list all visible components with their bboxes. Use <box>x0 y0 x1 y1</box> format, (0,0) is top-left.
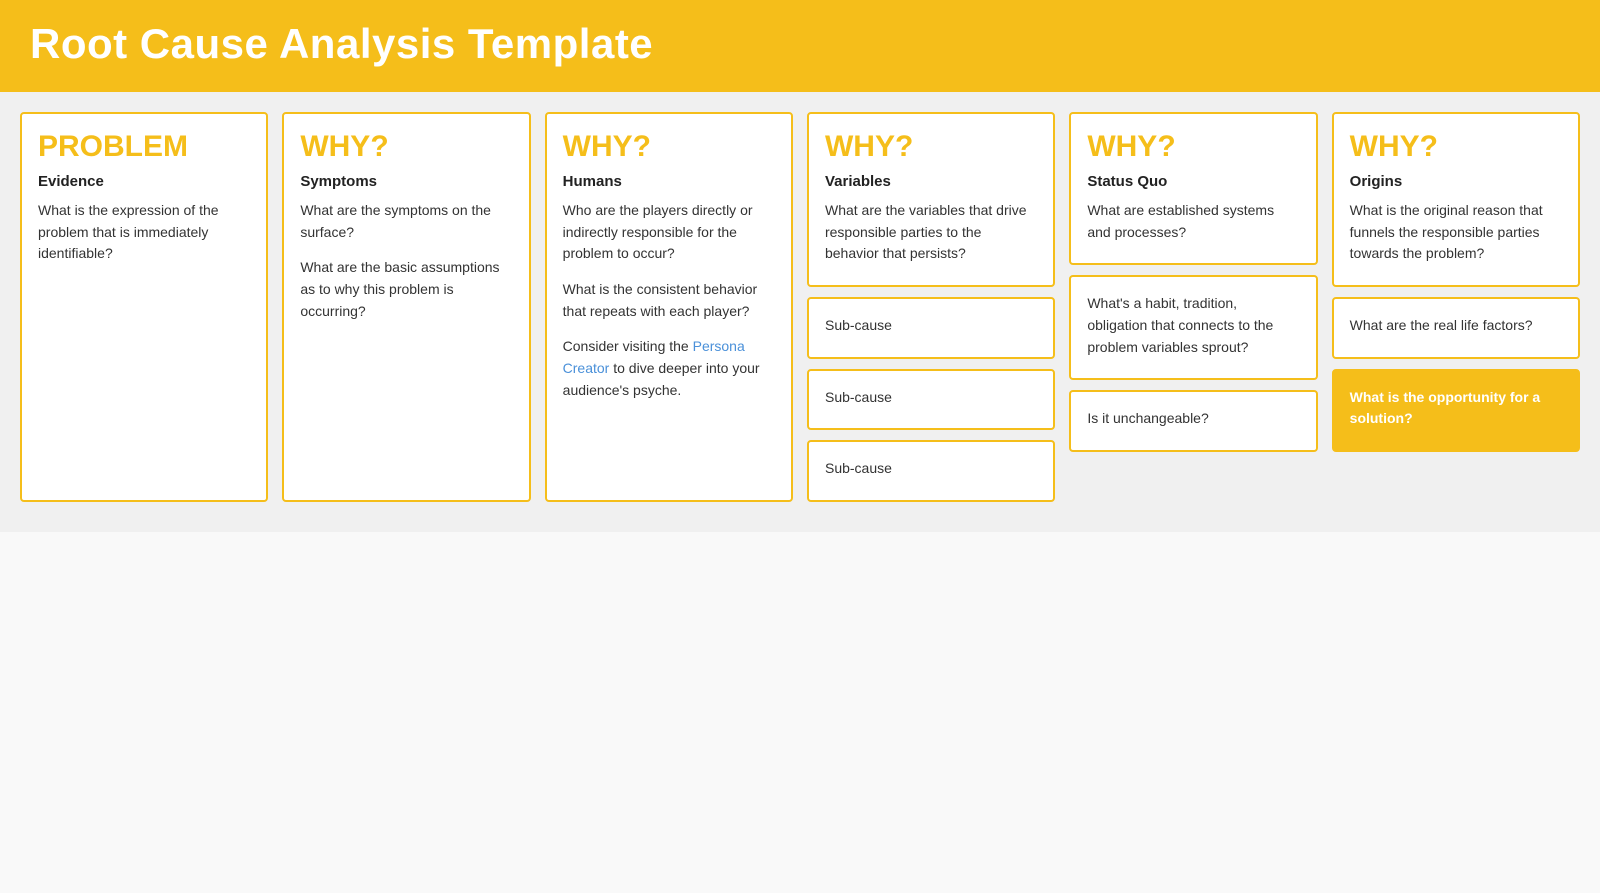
why4-subheading: Status Quo <box>1087 173 1299 190</box>
header: Root Cause Analysis Template <box>0 0 1600 92</box>
problem-text: What is the expression of the problem th… <box>38 200 250 265</box>
page-wrapper: Root Cause Analysis Template PROBLEM Evi… <box>0 0 1600 893</box>
column-why1: WHY? Symptoms What are the symptoms on t… <box>282 112 530 502</box>
why4-sub2-text: Is it unchangeable? <box>1087 408 1299 430</box>
problem-subheading: Evidence <box>38 173 250 190</box>
why3-heading: WHY? <box>825 130 1037 163</box>
why2-card: WHY? Humans Who are the players directly… <box>545 112 793 502</box>
why1-text-2: What are the basic assumptions as to why… <box>300 257 512 322</box>
why5-sub2-text: What is the opportunity for a solution? <box>1350 387 1562 430</box>
why5-sub1-text: What are the real life factors? <box>1350 315 1562 337</box>
why4-main-card: WHY? Status Quo What are established sys… <box>1069 112 1317 265</box>
why2-text-2: What is the consistent behavior that rep… <box>563 279 775 322</box>
persona-creator-link[interactable]: Persona Creator <box>563 338 745 376</box>
columns-grid: PROBLEM Evidence What is the expression … <box>20 112 1580 502</box>
why4-sub2-card: Is it unchangeable? <box>1069 390 1317 452</box>
why1-card: WHY? Symptoms What are the symptoms on t… <box>282 112 530 502</box>
why5-sub1-card: What are the real life factors? <box>1332 297 1580 359</box>
column-problem: PROBLEM Evidence What is the expression … <box>20 112 268 502</box>
column-why3: WHY? Variables What are the variables th… <box>807 112 1055 502</box>
why3-subheading: Variables <box>825 173 1037 190</box>
why4-text-1: What are established systems and process… <box>1087 200 1299 243</box>
why4-sub1-card: What's a habit, tradition, obligation th… <box>1069 275 1317 380</box>
why2-text-3: Consider visiting the Persona Creator to… <box>563 336 775 401</box>
why2-heading: WHY? <box>563 130 775 163</box>
why2-subheading: Humans <box>563 173 775 190</box>
why1-text-1: What are the symptoms on the surface? <box>300 200 512 243</box>
why3-sub1-card: Sub-cause <box>807 297 1055 359</box>
column-why5: WHY? Origins What is the original reason… <box>1332 112 1580 502</box>
why3-sub3-card: Sub-cause <box>807 440 1055 502</box>
why3-text-1: What are the variables that drive respon… <box>825 200 1037 265</box>
why5-sub2-card: What is the opportunity for a solution? <box>1332 369 1580 452</box>
why3-sub3-text: Sub-cause <box>825 458 1037 480</box>
problem-card: PROBLEM Evidence What is the expression … <box>20 112 268 502</box>
why3-main-card: WHY? Variables What are the variables th… <box>807 112 1055 287</box>
why3-sub1-text: Sub-cause <box>825 315 1037 337</box>
problem-heading: PROBLEM <box>38 130 250 163</box>
main-content: PROBLEM Evidence What is the expression … <box>0 92 1600 532</box>
why5-heading: WHY? <box>1350 130 1562 163</box>
why2-text-1: Who are the players directly or indirect… <box>563 200 775 265</box>
why5-subheading: Origins <box>1350 173 1562 190</box>
why1-subheading: Symptoms <box>300 173 512 190</box>
why1-heading: WHY? <box>300 130 512 163</box>
why3-sub2-card: Sub-cause <box>807 369 1055 431</box>
why4-heading: WHY? <box>1087 130 1299 163</box>
why4-sub1-text: What's a habit, tradition, obligation th… <box>1087 293 1299 358</box>
why5-main-card: WHY? Origins What is the original reason… <box>1332 112 1580 287</box>
why5-text-1: What is the original reason that funnels… <box>1350 200 1562 265</box>
column-why2: WHY? Humans Who are the players directly… <box>545 112 793 502</box>
why3-sub2-text: Sub-cause <box>825 387 1037 409</box>
page-title: Root Cause Analysis Template <box>30 20 1570 68</box>
column-why4: WHY? Status Quo What are established sys… <box>1069 112 1317 502</box>
